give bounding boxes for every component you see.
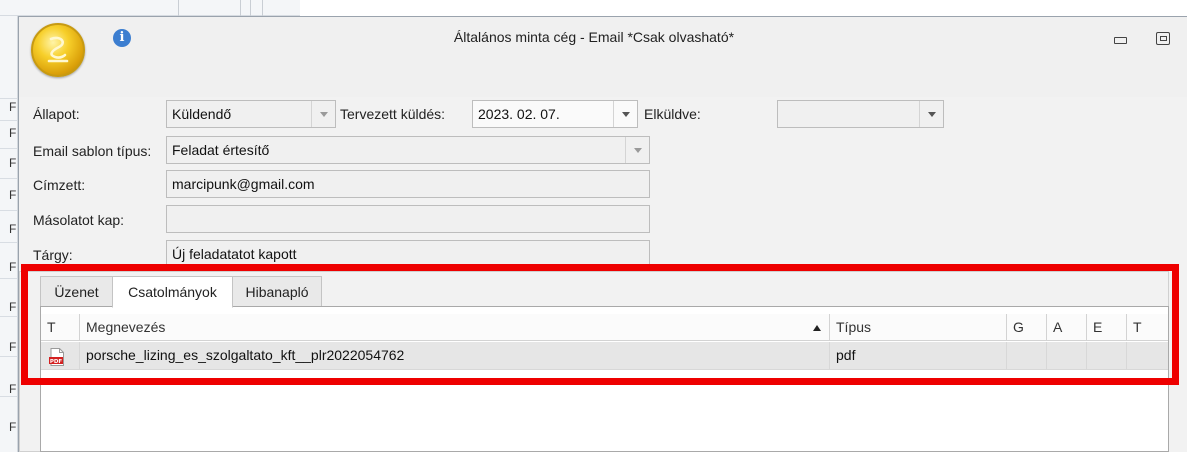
- status-label: Állapot:: [33, 106, 80, 122]
- background-row-letter: F: [9, 100, 17, 114]
- tab-attachments[interactable]: Csatolmányok: [112, 276, 233, 308]
- column-header-g[interactable]: G: [1007, 314, 1047, 341]
- background-row-letter: F: [9, 260, 17, 274]
- template-type-dropdown[interactable]: Feladat értesítő: [166, 136, 650, 164]
- svg-text:PDF: PDF: [50, 359, 63, 365]
- background-row-letter: F: [9, 156, 17, 170]
- chevron-down-icon[interactable]: [311, 101, 335, 127]
- background-toolbar: [0, 0, 300, 16]
- background-list: F F F F F F F F F F: [0, 16, 18, 452]
- background-row-letter: F: [9, 420, 17, 434]
- status-value: Küldendő: [172, 106, 232, 122]
- column-header-type-icon[interactable]: T: [41, 314, 80, 341]
- planned-send-value: 2023. 02. 07.: [478, 106, 560, 122]
- background-row-letter: F: [9, 340, 17, 354]
- title-bar: i Általános minta cég - Email *Csak olva…: [19, 17, 1187, 97]
- cc-field[interactable]: [166, 205, 650, 233]
- column-header-name-label: Megnevezés: [86, 319, 166, 335]
- subject-value: Új feladatatot kapott: [172, 246, 297, 262]
- column-header-a[interactable]: A: [1047, 314, 1087, 341]
- chevron-down-icon[interactable]: [613, 101, 637, 127]
- table-row[interactable]: PDF porsche_lizing_es_szolgaltato_kft__p…: [41, 342, 1168, 370]
- column-header-name[interactable]: Megnevezés: [80, 314, 830, 341]
- subject-field[interactable]: Új feladatatot kapott: [166, 240, 650, 268]
- planned-send-date-picker[interactable]: 2023. 02. 07.: [472, 100, 638, 128]
- tab-message[interactable]: Üzenet: [40, 276, 113, 307]
- pdf-file-icon: PDF: [49, 348, 64, 366]
- sent-label: Elküldve:: [644, 106, 701, 122]
- status-dropdown[interactable]: Küldendő: [166, 100, 336, 128]
- column-header-type[interactable]: Típus: [830, 314, 1007, 341]
- row-type-cell: pdf: [830, 342, 1007, 370]
- minimize-icon[interactable]: [1112, 31, 1128, 45]
- template-type-value: Feladat értesítő: [172, 142, 270, 158]
- sent-date-picker[interactable]: [777, 100, 944, 128]
- background-row-letter: F: [9, 300, 17, 314]
- template-type-label: Email sablon típus:: [33, 143, 152, 159]
- planned-send-label: Tervezett küldés:: [340, 106, 446, 122]
- background-row-letter: F: [9, 382, 17, 396]
- row-g-cell: [1007, 342, 1047, 370]
- row-type-icon-cell: PDF: [41, 342, 80, 370]
- grid-header: T Megnevezés Típus G A E T: [41, 314, 1168, 341]
- chevron-down-icon[interactable]: [919, 101, 943, 127]
- sort-ascending-icon: [813, 325, 821, 331]
- tab-error-log[interactable]: Hibanapló: [232, 276, 322, 307]
- recipient-field[interactable]: marcipunk@gmail.com: [166, 170, 650, 198]
- row-name-cell: porsche_lizing_es_szolgaltato_kft__plr20…: [80, 342, 830, 370]
- background-row-letter: F: [9, 222, 17, 236]
- cc-label: Másolatot kap:: [33, 212, 125, 228]
- row-t-cell: [1127, 342, 1168, 370]
- window-title: Általános minta cég - Email *Csak olvash…: [453, 29, 735, 45]
- column-header-t[interactable]: T: [1127, 314, 1168, 341]
- background-row-letter: F: [9, 126, 17, 140]
- maximize-icon[interactable]: [1155, 31, 1171, 45]
- recipient-value: marcipunk@gmail.com: [172, 176, 315, 192]
- recipient-label: Címzett:: [33, 177, 86, 193]
- chevron-down-icon[interactable]: [625, 137, 649, 163]
- column-header-e[interactable]: E: [1087, 314, 1127, 341]
- row-e-cell: [1087, 342, 1127, 370]
- subject-label: Tárgy:: [33, 247, 73, 263]
- attachments-grid: T Megnevezés Típus G A E T PDF porsche_l…: [40, 306, 1169, 452]
- row-a-cell: [1047, 342, 1087, 370]
- background-row-letter: F: [9, 188, 17, 202]
